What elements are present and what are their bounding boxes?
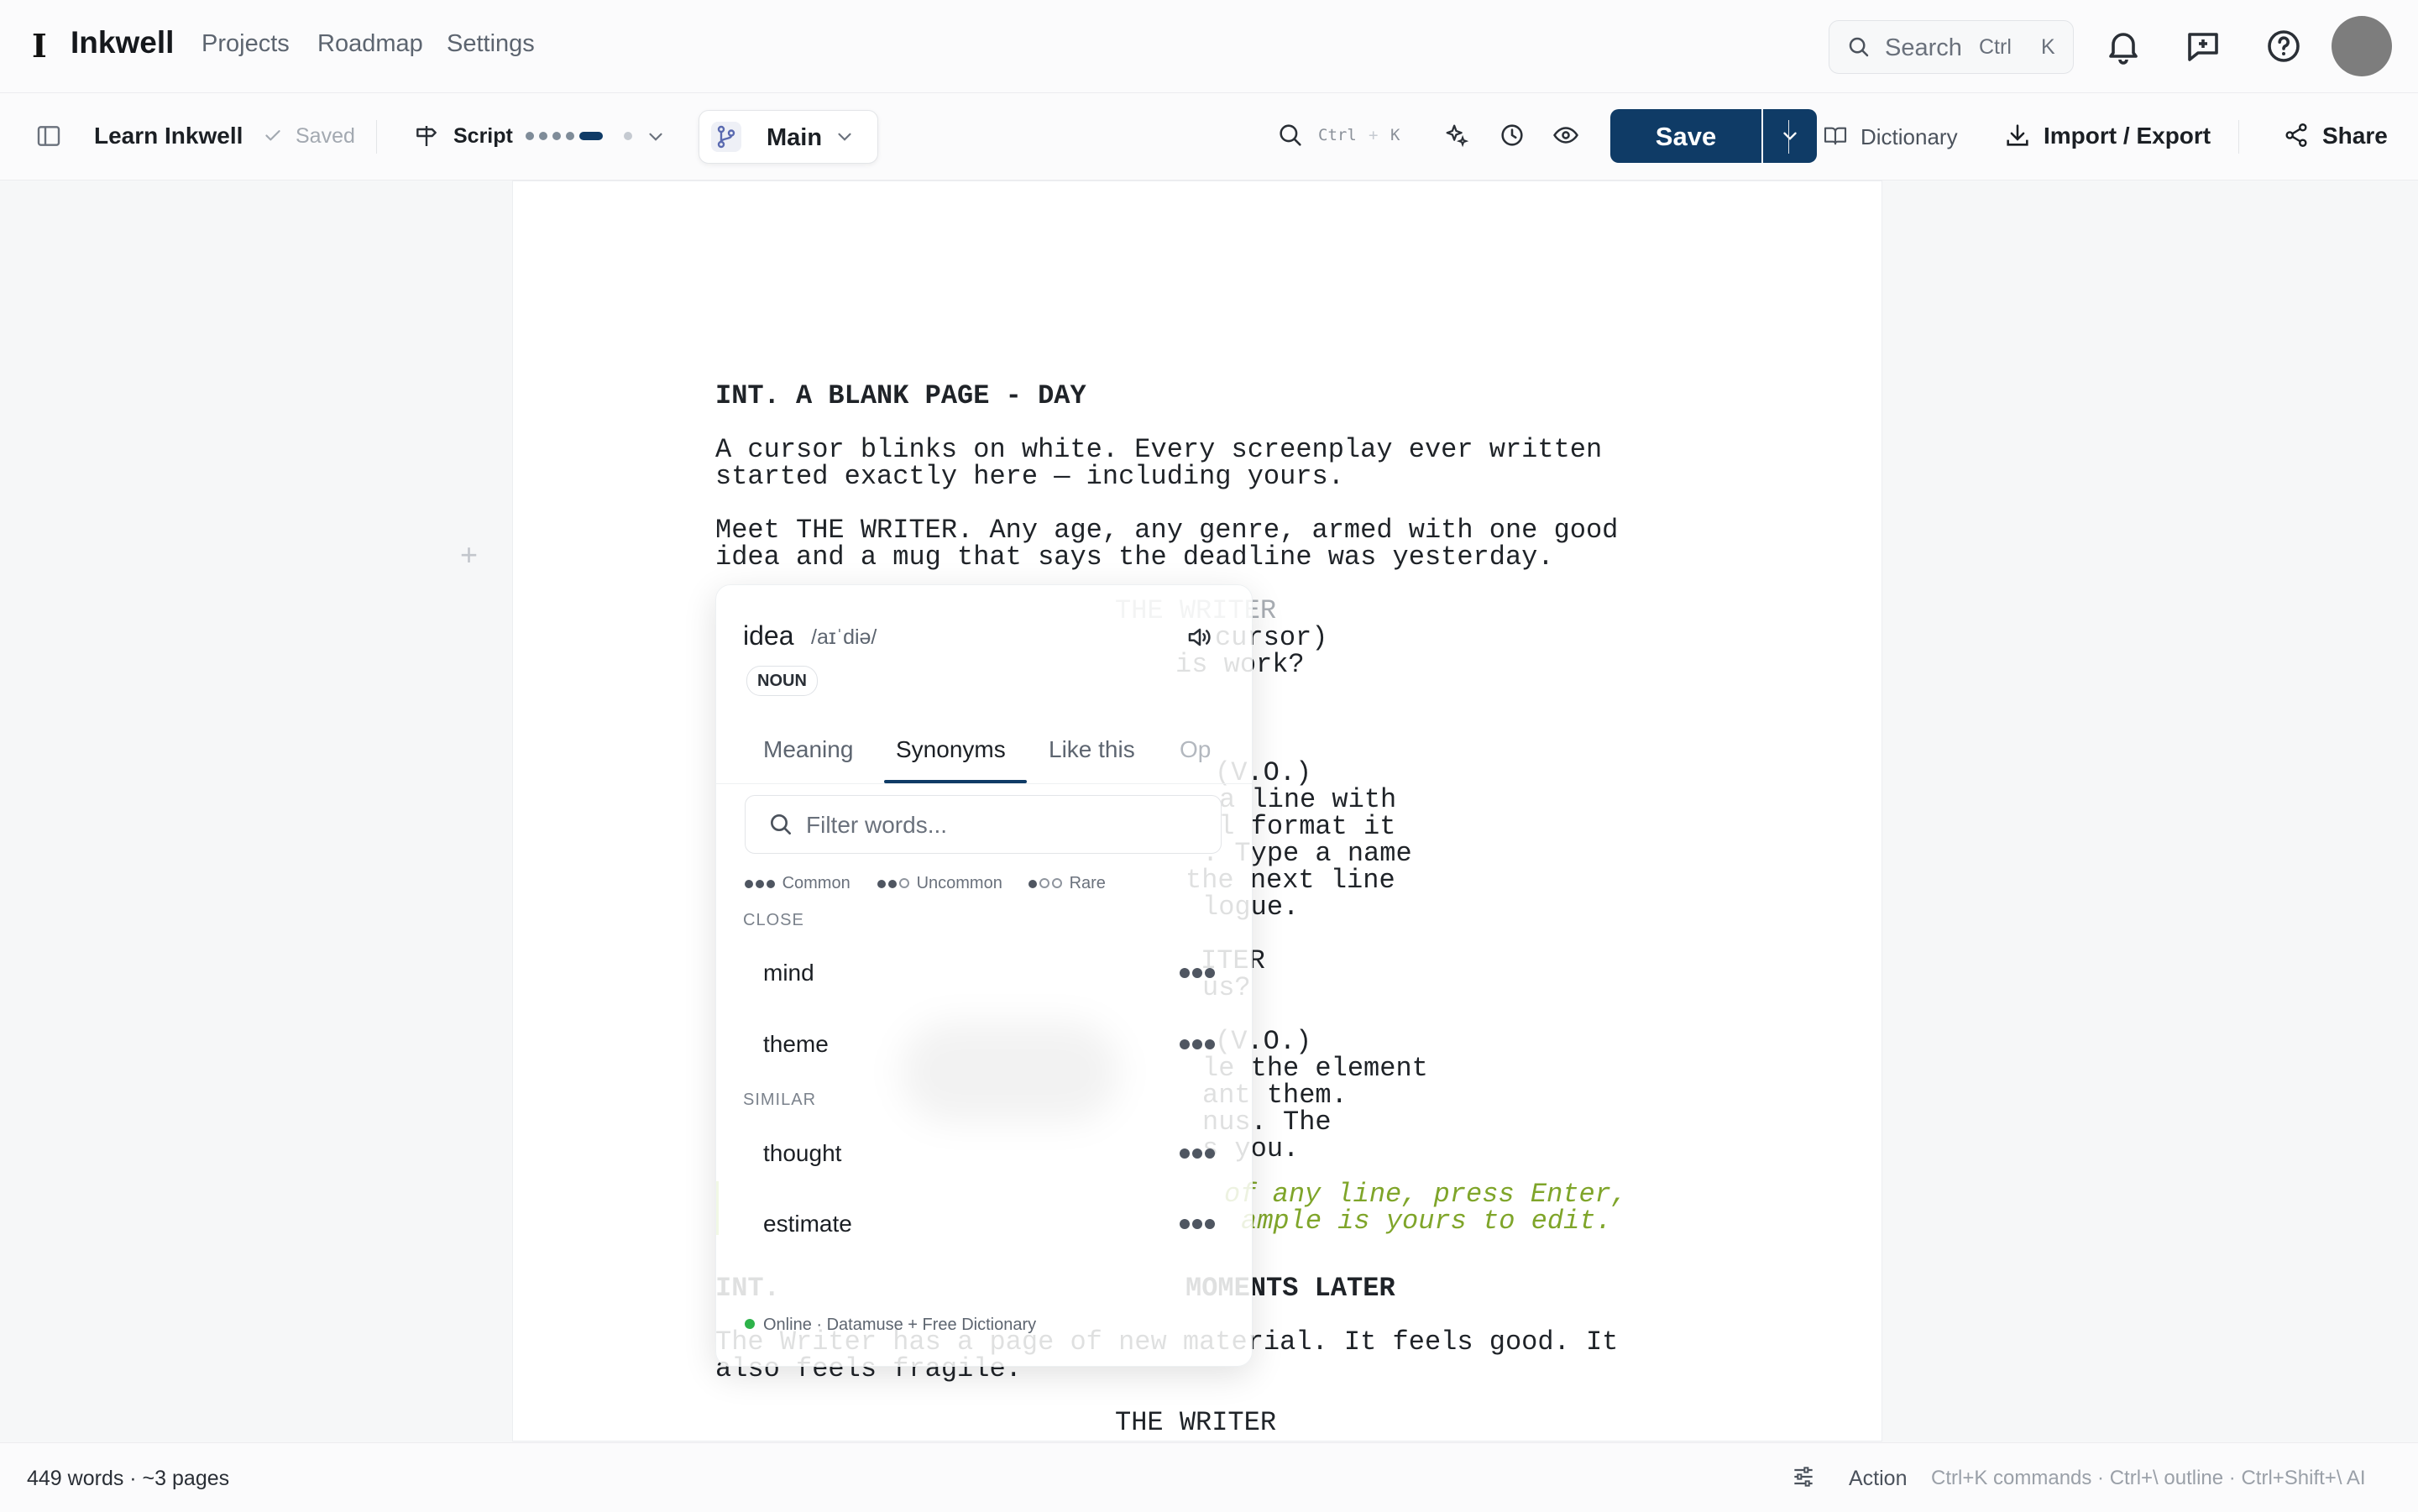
group-label-close: CLOSE <box>743 911 804 929</box>
search-kbd-k: K <box>2041 35 2055 59</box>
global-search[interactable]: Search Ctrl K <box>1829 20 2074 74</box>
preview-eye-icon[interactable] <box>1552 121 1580 149</box>
tab-like-this[interactable]: Like this <box>1049 736 1135 763</box>
dictionary-popover: idea /aɪˈdiə/ NOUN Meaning Synonyms Like… <box>715 584 1253 1367</box>
divider <box>1788 120 1789 154</box>
find-kbd-ctrl: Ctrl <box>1318 126 1357 144</box>
synonym-row[interactable]: mind <box>735 942 1233 1002</box>
help-icon[interactable] <box>2264 26 2304 66</box>
script-line[interactable]: started exactly here — including yours. <box>715 463 1344 490</box>
progress-dots <box>526 132 632 140</box>
nav-roadmap[interactable]: Roadmap <box>317 30 423 58</box>
frequency-dots <box>1180 1039 1217 1054</box>
app-name[interactable]: Inkwell <box>71 25 174 60</box>
word-count: 449 words · ~3 pages <box>27 1467 230 1490</box>
divider <box>376 120 377 154</box>
sliders-icon[interactable] <box>1790 1463 1817 1490</box>
frequency-dots <box>1180 1218 1217 1233</box>
search-kbd-ctrl: Ctrl <box>1979 35 2012 59</box>
sparkle-ai-icon[interactable] <box>1442 121 1471 149</box>
script-line[interactable]: idea and a mug that says the deadline wa… <box>715 544 1554 571</box>
chevron-down-icon <box>838 133 851 141</box>
legend-uncommon: Uncommon <box>877 874 1002 893</box>
filter-field[interactable] <box>745 795 1222 854</box>
synonym-word: mind <box>763 960 814 986</box>
part-of-speech-badge: NOUN <box>746 666 818 696</box>
saved-status: Saved <box>296 124 355 148</box>
tab-meaning[interactable]: Meaning <box>763 736 853 763</box>
speaker-icon[interactable] <box>1185 622 1215 652</box>
search-icon <box>1849 37 1869 57</box>
dictionary-button[interactable]: Dictionary <box>1861 124 1958 150</box>
script-line[interactable]: of any line, press Enter, <box>1224 1181 1627 1208</box>
sidebar-toggle-icon[interactable] <box>35 123 62 149</box>
shortcut-hints: Ctrl+K commands · Ctrl+\ outline · Ctrl+… <box>1931 1467 2366 1489</box>
save-options-button[interactable] <box>1763 109 1817 163</box>
divider <box>2238 120 2239 154</box>
top-bar: I Inkwell Projects Roadmap Settings Sear… <box>0 0 2418 93</box>
online-status-dot <box>745 1319 755 1329</box>
branch-selector[interactable]: Main <box>699 110 878 164</box>
branch-label: Main <box>767 124 823 151</box>
search-label: Search <box>1885 34 1962 61</box>
lookup-word: idea <box>743 620 794 651</box>
chevron-down-icon <box>1783 132 1797 140</box>
find-kbd-k: K <box>1390 126 1400 144</box>
signpost-icon <box>416 126 437 146</box>
branch-icon <box>711 122 741 152</box>
pronunciation: /aɪˈdiə/ <box>811 625 877 649</box>
script-line[interactable]: THE WRITER <box>1115 1410 1276 1436</box>
document-title[interactable]: Learn Inkwell <box>94 123 243 149</box>
book-icon <box>1824 127 1847 145</box>
script-line[interactable]: INT. A BLANK PAGE - DAY <box>715 383 1086 410</box>
download-icon <box>2007 124 2028 146</box>
add-block-icon[interactable]: + <box>460 537 478 573</box>
synonym-word: thought <box>763 1140 842 1166</box>
find-kbd-plus: + <box>1369 126 1379 144</box>
frequency-dots <box>1180 967 1217 982</box>
mode-label[interactable]: Script <box>453 124 513 149</box>
element-type[interactable]: Action <box>1849 1467 1907 1491</box>
nav-projects[interactable]: Projects <box>202 30 290 58</box>
share-icon <box>2285 123 2307 147</box>
synonym-word: estimate <box>763 1211 852 1237</box>
feedback-icon[interactable] <box>2183 26 2223 66</box>
save-button[interactable]: Save <box>1610 109 1761 163</box>
check-icon <box>265 130 280 141</box>
chevron-down-icon[interactable] <box>645 126 667 148</box>
legend-rare: Rare <box>1028 874 1106 893</box>
status-bar: 449 words · ~3 pages Action Ctrl+K comma… <box>0 1442 2418 1512</box>
tab-opposites[interactable]: Op <box>1180 736 1211 763</box>
frequency-dots <box>1180 1148 1217 1163</box>
script-line[interactable]: Meet THE WRITER. Any age, any genre, arm… <box>715 517 1618 544</box>
synonym-word: theme <box>763 1031 829 1057</box>
bell-icon[interactable] <box>2103 26 2143 66</box>
tab-synonyms[interactable]: Synonyms <box>896 736 1006 763</box>
import-export-button[interactable]: Import / Export <box>2044 123 2211 149</box>
filter-words-input[interactable] <box>804 808 1202 843</box>
active-tab-indicator <box>884 780 1027 783</box>
search-icon <box>771 814 791 834</box>
legend-common: Common <box>745 874 850 893</box>
group-label-similar: SIMILAR <box>743 1091 817 1109</box>
synonym-row[interactable]: estimate <box>735 1193 1233 1253</box>
share-button[interactable]: Share <box>2322 123 2388 149</box>
script-line[interactable]: A cursor blinks on white. Every screenpl… <box>715 437 1602 463</box>
find-icon[interactable] <box>1276 121 1305 149</box>
synonym-row[interactable]: theme <box>735 1013 1233 1074</box>
user-avatar[interactable] <box>2332 16 2392 76</box>
synonym-row[interactable]: thought <box>735 1122 1233 1183</box>
source-footer: Online · Datamuse + Free Dictionary <box>745 1316 1036 1335</box>
script-line[interactable]: ample is yours to edit. <box>1241 1208 1612 1235</box>
inkwell-logo-icon: I <box>32 27 47 65</box>
history-clock-icon[interactable] <box>1498 121 1526 149</box>
nav-settings[interactable]: Settings <box>447 30 535 58</box>
